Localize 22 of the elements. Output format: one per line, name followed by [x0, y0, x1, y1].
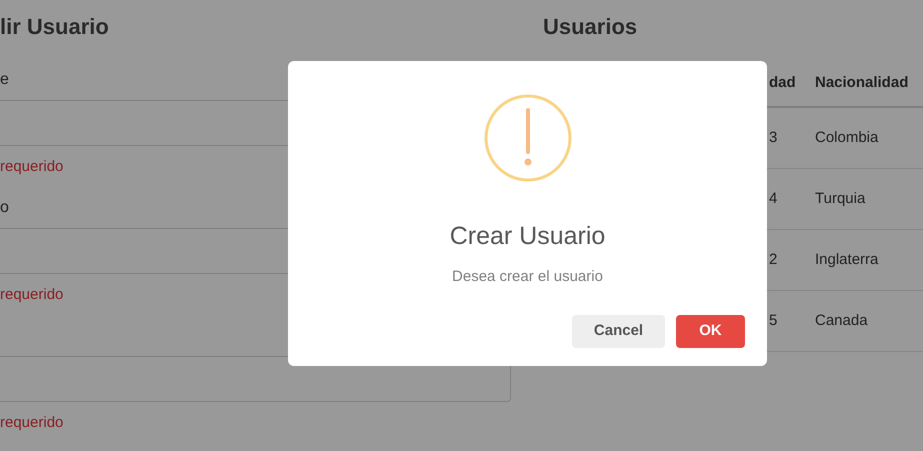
table-cell-text: Colombia	[815, 128, 880, 148]
field-label: o	[0, 198, 9, 218]
dialog-title: Crear Usuario	[450, 221, 606, 252]
table-cell-text: Canada	[815, 310, 869, 331]
table-cell-text: Inglaterra	[815, 250, 880, 270]
warning-icon	[484, 94, 572, 182]
table-cell-text: 5	[769, 310, 778, 331]
table-cell-text: Turquia	[815, 188, 866, 209]
error-message: requerido	[0, 156, 64, 177]
dialog-message: Desea crear el usuario	[452, 266, 603, 286]
error-message: requerido	[0, 284, 64, 305]
table-title: Usuarios	[543, 12, 638, 40]
table-cell-text: 3	[769, 128, 778, 148]
ok-button[interactable]: OK	[676, 315, 745, 348]
column-header: Nacionalidad	[815, 72, 910, 93]
cancel-button[interactable]: Cancel	[572, 315, 665, 348]
table-cell-text: 2	[769, 250, 778, 270]
field-label: e	[0, 70, 9, 90]
form-title: lir Usuario	[0, 12, 109, 40]
error-message: requerido	[0, 412, 64, 433]
table-cell-text: 4	[769, 188, 778, 209]
column-header: dad	[769, 72, 797, 93]
